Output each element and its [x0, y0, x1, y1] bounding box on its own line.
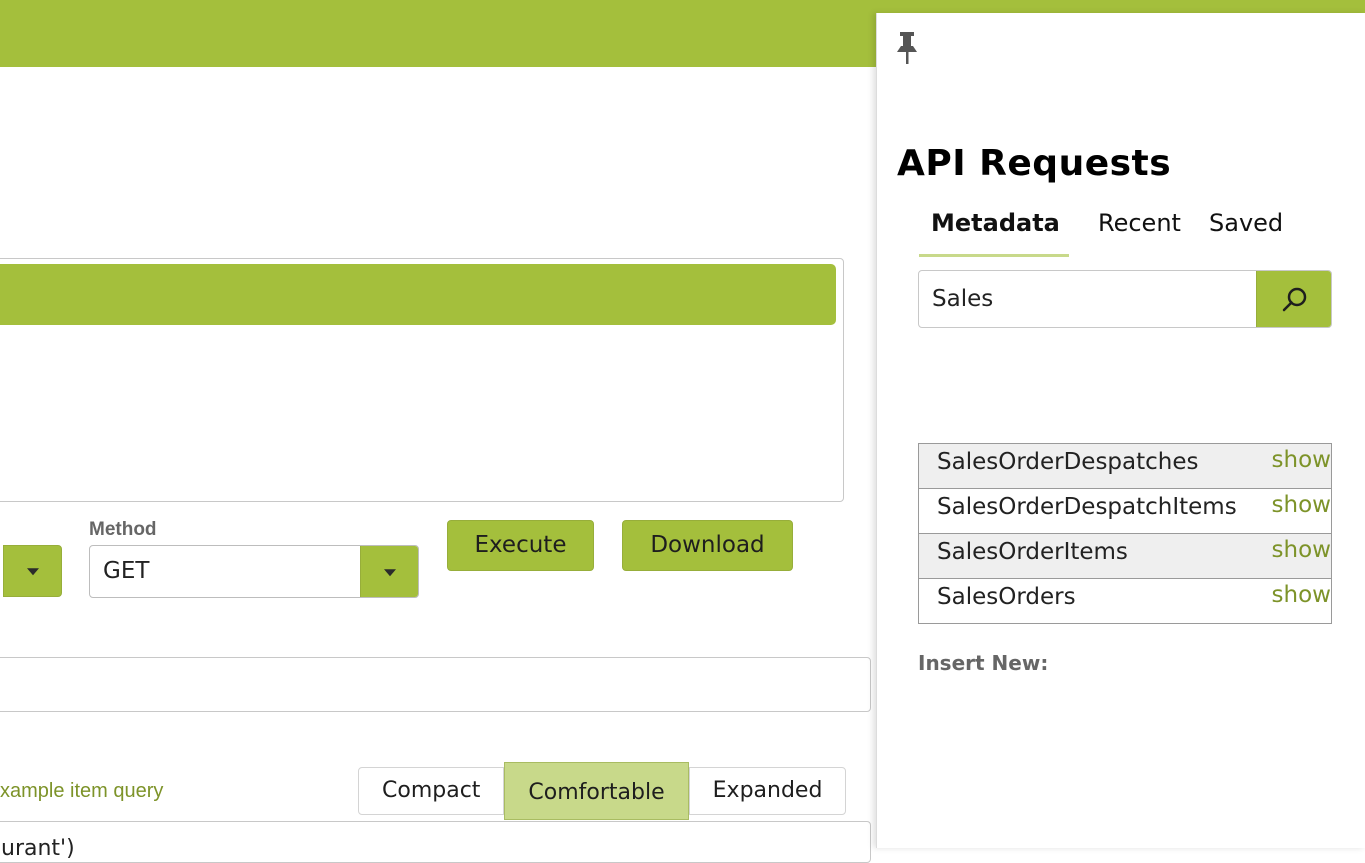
tab-metadata[interactable]: Metadata: [931, 209, 1060, 237]
show-link[interactable]: show: [1272, 537, 1331, 563]
density-expanded[interactable]: Expanded: [688, 767, 847, 815]
show-link[interactable]: show: [1272, 582, 1331, 608]
api-requests-panel: API Requests Metadata Recent Saved Sales…: [876, 13, 1365, 848]
editor-header-bar: [0, 264, 836, 325]
density-comfortable[interactable]: Comfortable: [504, 762, 689, 820]
density-compact[interactable]: Compact: [358, 767, 505, 815]
active-tab-indicator: [919, 254, 1069, 257]
tab-recent[interactable]: Recent: [1098, 209, 1181, 237]
pin-icon[interactable]: [895, 31, 919, 65]
panel-title: API Requests: [897, 143, 1172, 184]
method-select-toggle[interactable]: [360, 546, 418, 597]
url-input[interactable]: [0, 657, 871, 712]
entity-name: SalesOrderItems: [937, 539, 1128, 565]
density-toggle: Compact Comfortable Expanded: [358, 762, 847, 820]
method-select[interactable]: GET: [89, 545, 419, 598]
list-item: SalesOrderDespatches show: [919, 444, 1331, 489]
list-item: SalesOrders show: [919, 579, 1331, 624]
list-item: SalesOrderItems show: [919, 534, 1331, 579]
method-label: Method: [89, 519, 157, 540]
chevron-down-icon: [26, 568, 39, 576]
chevron-down-icon: [383, 568, 396, 576]
entity-name: SalesOrderDespatches: [937, 449, 1199, 475]
metadata-search: [918, 270, 1332, 328]
search-button[interactable]: [1256, 271, 1331, 327]
download-button[interactable]: Download: [622, 520, 793, 571]
show-link[interactable]: show: [1272, 492, 1331, 518]
tab-saved[interactable]: Saved: [1209, 209, 1283, 237]
query-text: urant'): [1, 836, 75, 861]
method-value: GET: [103, 558, 150, 584]
example-item-query-link[interactable]: xample item query: [0, 780, 163, 803]
metadata-results: SalesOrderDespatches show SalesOrderDesp…: [918, 443, 1332, 624]
search-input[interactable]: [919, 271, 1256, 327]
query-editor[interactable]: urant'): [0, 821, 871, 863]
left-select[interactable]: [0, 545, 62, 597]
main-content: Method GET Execute Download xample item …: [0, 67, 876, 863]
execute-button[interactable]: Execute: [447, 520, 594, 571]
list-item: SalesOrderDespatchItems show: [919, 489, 1331, 534]
insert-new-label: Insert New:: [918, 651, 1049, 675]
entity-name: SalesOrders: [937, 584, 1076, 610]
left-select-toggle[interactable]: [3, 545, 62, 597]
show-link[interactable]: show: [1272, 447, 1331, 473]
entity-name: SalesOrderDespatchItems: [937, 494, 1237, 520]
search-icon: [1282, 287, 1307, 312]
